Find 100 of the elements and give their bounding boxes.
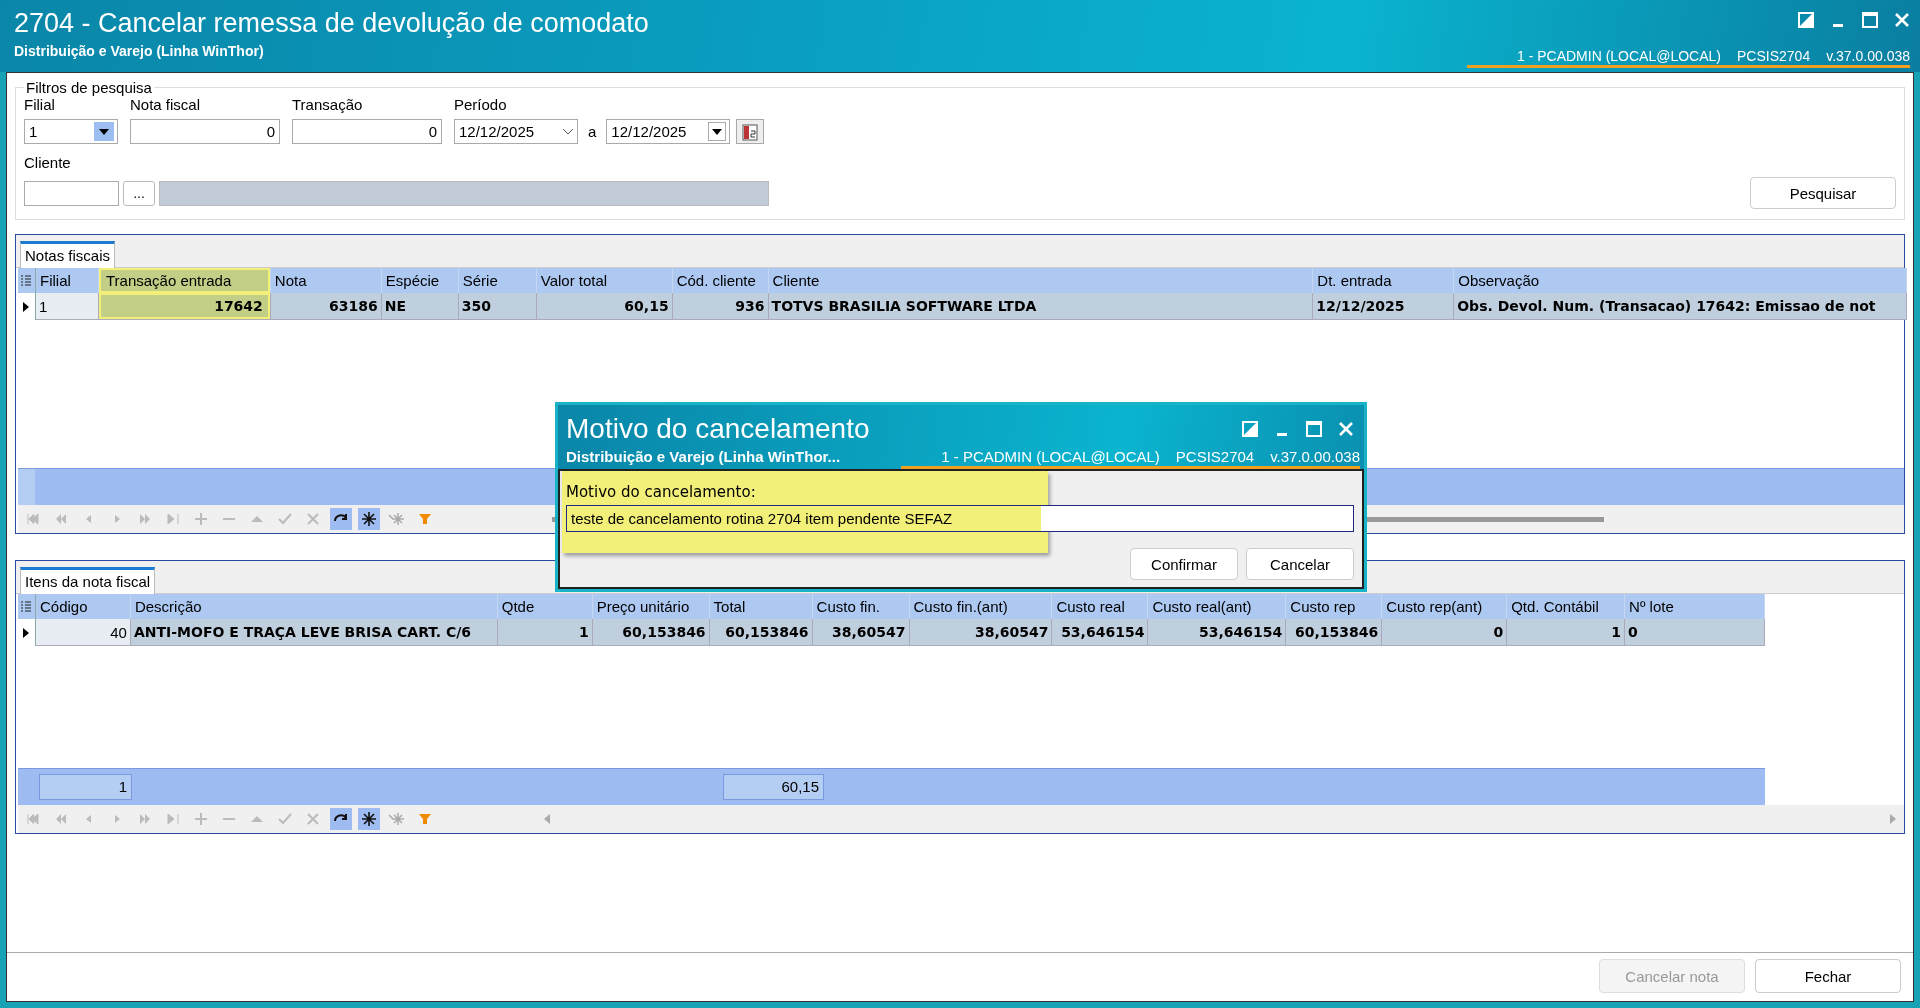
column-header[interactable]: Cliente (768, 268, 1314, 293)
window-title: 2704 - Cancelar remessa de devolução de comodato (14, 8, 649, 39)
table-cell: 38,60547 (812, 619, 910, 646)
column-header[interactable]: Código (36, 594, 131, 619)
column-header[interactable]: Qtd. Contábil (1507, 594, 1626, 619)
table-cell: TOTVS BRASILIA SOFTWARE LTDA (768, 293, 1314, 320)
close-icon[interactable] (1338, 421, 1354, 437)
calendar-button[interactable] (736, 119, 765, 144)
field-label: Motivo do cancelamento: (566, 482, 756, 501)
input-field[interactable]: 0 (130, 119, 280, 144)
input-field[interactable] (24, 180, 119, 206)
table-cell: 936 (672, 293, 769, 320)
browse-button[interactable]: ... (123, 180, 155, 206)
column-header[interactable]: Qtde (497, 594, 593, 619)
version-label: v.37.0.00.038 (1270, 448, 1360, 465)
group-title: Filtros de pesquisa (25, 79, 153, 96)
maximize-icon[interactable] (1306, 421, 1322, 437)
dialog-subtitle: Distribuição e Varejo (Linha WinThor... (566, 448, 841, 467)
scroll-right-icon[interactable] (1888, 813, 1898, 825)
tab[interactable]: Itens da nota fiscal (20, 567, 156, 594)
reason-input-field[interactable]: teste de cancelamento rotina 2704 item pendente SEFAZ (566, 505, 1354, 532)
branch-dropdown[interactable]: 1 (24, 119, 118, 144)
session-label: 1 - PCADMIN (LOCAL@LOCAL) (941, 448, 1160, 465)
field-label: Transação (292, 96, 364, 113)
column-header[interactable]: Série (458, 268, 537, 293)
column-chooser-icon[interactable] (21, 600, 32, 613)
table-cell: Obs. Devol. Num. (Transacao) 17642: Emissao de not (1454, 293, 1907, 320)
session-label: 1 - PCADMIN (LOCAL@LOCAL) (1516, 48, 1721, 64)
column-header[interactable]: Custo rep (1286, 594, 1383, 619)
table-cell: ANTI-MOFO E TRAÇA LEVE BRISA CART. C/6 (130, 619, 498, 646)
table-cell: 1 (497, 619, 593, 646)
column-header[interactable]: Valor total (536, 268, 673, 293)
table-cell: 350 (458, 293, 537, 320)
date-field[interactable]: 12/12/2025 (606, 119, 731, 144)
dropdown-arrow-icon (712, 128, 723, 135)
table-cell: 60,15 (536, 293, 673, 320)
program-label: PCSIS2704 (1737, 48, 1811, 64)
table-cell: 53,646154 (1148, 619, 1287, 646)
dropdown-arrow-icon (99, 128, 109, 135)
maximize-icon[interactable] (1862, 12, 1878, 28)
date-field[interactable]: 12/12/2025 (454, 119, 578, 144)
column-header[interactable]: Custo rep(ant) (1382, 594, 1508, 619)
total-sum: 60,15 (723, 774, 824, 800)
field-label: Período (454, 96, 508, 113)
column-header[interactable]: Nota (270, 268, 382, 293)
column-header[interactable]: Custo real(ant) (1148, 594, 1287, 619)
restore-icon[interactable] (1798, 12, 1814, 28)
client-name-field[interactable] (159, 180, 769, 206)
column-header[interactable]: Cód. cliente (672, 268, 769, 293)
table-cell: 0 (1625, 619, 1766, 646)
column-header[interactable]: Espécie (381, 268, 459, 293)
column-header[interactable]: Custo real (1052, 594, 1149, 619)
table-cell: 63186 (270, 293, 382, 320)
field-label: Nota fiscal (130, 96, 202, 113)
table-cell: 1 (1507, 619, 1626, 646)
window-subtitle: Distribuição e Varejo (Linha WinThor) (14, 43, 265, 59)
column-header[interactable]: Dt. entrada (1313, 268, 1455, 293)
confirm-button[interactable]: Confirmar (1130, 548, 1238, 580)
table-cell: 60,153846 (1286, 619, 1383, 646)
table-cell: 38,60547 (909, 619, 1053, 646)
input-field[interactable]: 0 (292, 119, 442, 144)
asterisk-icon[interactable] (358, 808, 380, 830)
table-cell: 12/12/2025 (1313, 293, 1455, 320)
asterisk-icon[interactable] (358, 508, 380, 530)
refresh-icon[interactable] (330, 808, 352, 830)
column-header[interactable]: Preço unitário (592, 594, 710, 619)
column-header[interactable]: Custo fin. (812, 594, 910, 619)
table-cell: 17642 (98, 293, 271, 320)
column-header[interactable]: Nº lote (1625, 594, 1766, 619)
column-header[interactable]: Custo fin.(ant) (909, 594, 1053, 619)
column-header[interactable]: Total (709, 594, 813, 619)
scroll-left-icon[interactable] (542, 813, 552, 825)
table-cell: NE (381, 293, 459, 320)
column-header[interactable]: Transação entrada (98, 268, 271, 293)
search-button[interactable]: Pesquisar (1750, 177, 1896, 209)
range-separator: a (587, 123, 598, 140)
table-cell: 1 (36, 293, 99, 320)
close-icon[interactable] (1894, 12, 1910, 28)
restore-icon[interactable] (1242, 421, 1258, 437)
table-cell: 53,646154 (1052, 619, 1149, 646)
program-label: PCSIS2704 (1175, 448, 1255, 465)
cancel-button[interactable]: Cancelar (1246, 548, 1354, 580)
version-label: v.37.0.00.038 (1826, 48, 1910, 64)
field-label: Cliente (24, 154, 72, 171)
column-header[interactable]: Observação (1454, 268, 1907, 293)
tab[interactable]: Notas fiscais (20, 241, 116, 268)
dialog-title: Motivo do cancelamento (566, 413, 870, 445)
column-header[interactable]: Descrição (130, 594, 498, 619)
table-cell: 0 (1382, 619, 1508, 646)
column-header[interactable]: Filial (36, 268, 99, 293)
table-cell: 60,153846 (709, 619, 813, 646)
refresh-icon[interactable] (330, 508, 352, 530)
calendar-icon (742, 122, 759, 141)
table-cell: 60,153846 (592, 619, 710, 646)
row-count: 1 (39, 774, 132, 800)
table-cell: 40 (36, 619, 131, 646)
field-label: Filial (24, 96, 56, 113)
chevron-down-icon (562, 127, 574, 136)
close-button[interactable]: Fechar (1755, 959, 1901, 993)
column-chooser-icon[interactable] (21, 274, 32, 287)
